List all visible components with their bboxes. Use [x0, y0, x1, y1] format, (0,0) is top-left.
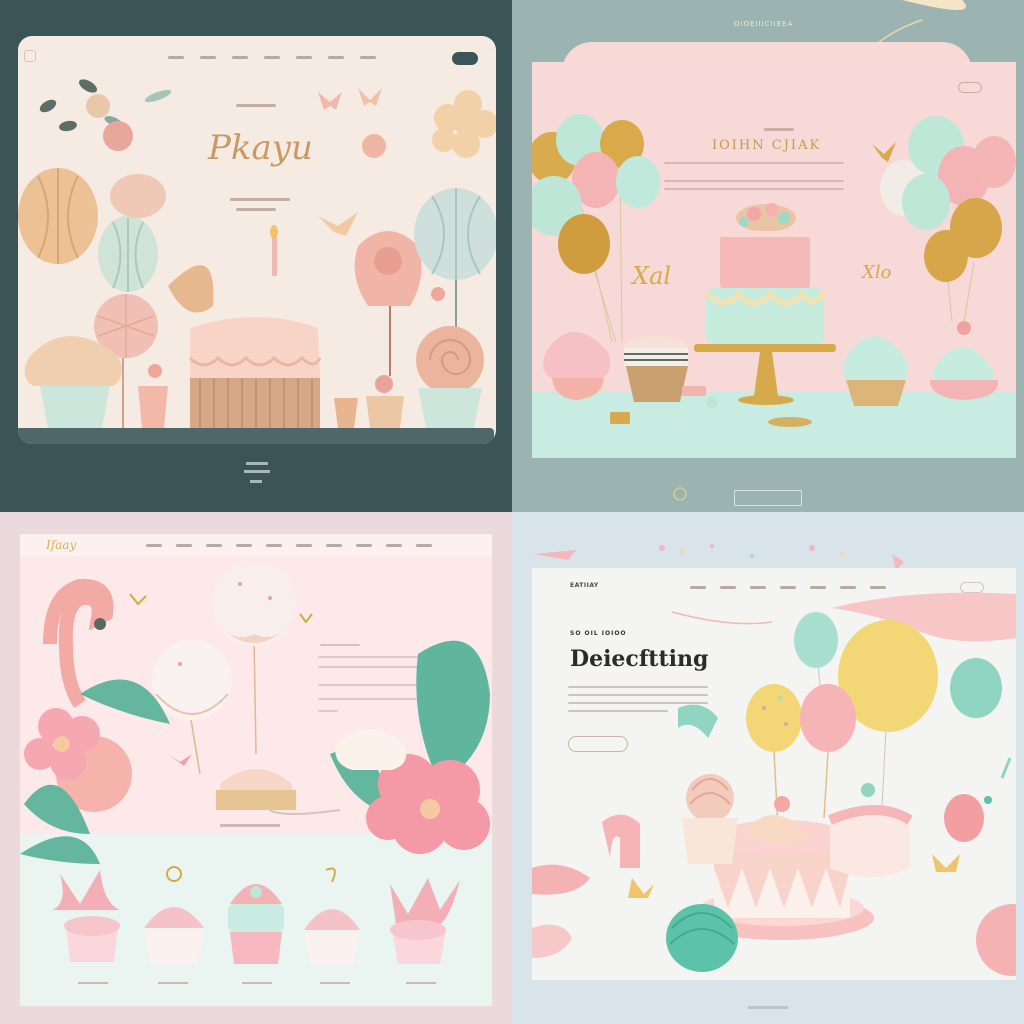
- panel-bottom-left: Ifaay: [0, 512, 512, 1024]
- footer-text: [246, 462, 268, 465]
- pink-cupcake-left: [543, 332, 610, 400]
- swirl-cake: [416, 326, 484, 394]
- hero-text-line: [568, 686, 708, 688]
- svg-text:Xlo: Xlo: [860, 262, 892, 283]
- balloon-cluster-left: [532, 114, 660, 343]
- birthday-cake: [190, 317, 320, 378]
- svg-text:Xal: Xal: [630, 262, 671, 290]
- website-mockup-3: Ifaay: [20, 534, 492, 1006]
- hero-kicker: SO OIL IOIOO: [570, 630, 627, 637]
- mint-cupcake: [842, 336, 909, 406]
- footer-text: [748, 1006, 788, 1009]
- swirl-dessert: [682, 774, 738, 864]
- footer-text-2: [244, 470, 270, 473]
- flamingo-illustration: [20, 562, 492, 1006]
- cupcake-3: [228, 884, 284, 964]
- hero-cta-button[interactable]: [568, 736, 628, 752]
- rosette: [432, 90, 496, 158]
- balloon-cluster-right: [880, 116, 1016, 323]
- hero-text-line: [568, 710, 668, 712]
- side-cake-right: [828, 783, 913, 877]
- pink-cupcake-right: [930, 321, 999, 400]
- panel-bottom-right: EATIIAY SO OIL IOIOO Deiecftting: [512, 512, 1024, 1024]
- striped-macaron: [624, 336, 688, 402]
- tiered-cake: [694, 203, 836, 405]
- website-mockup-4: EATIIAY SO OIL IOIOO Deiecftting: [532, 568, 1016, 980]
- hero-text-line: [568, 694, 708, 696]
- hero-text-line: [568, 702, 708, 704]
- shelf: [18, 428, 494, 444]
- panel-top-right: OIOEIIICIIEEA IOIHN CJIAK Xal Xlo: [512, 0, 1024, 512]
- balloon-cake-illustration: Xal Xlo: [532, 114, 1016, 458]
- bakery-illustration: [18, 79, 496, 444]
- footer-text-3: [250, 480, 262, 483]
- panel-top-left: Pkayu: [0, 0, 512, 512]
- hero-title: Deiecftting: [570, 646, 709, 672]
- footer-button[interactable]: [734, 490, 802, 506]
- website-mockup-1: Pkayu: [18, 36, 496, 444]
- website-mockup-2: IOIHN CJIAK Xal Xlo: [532, 62, 1016, 458]
- cake-pop-balloons: [152, 562, 296, 775]
